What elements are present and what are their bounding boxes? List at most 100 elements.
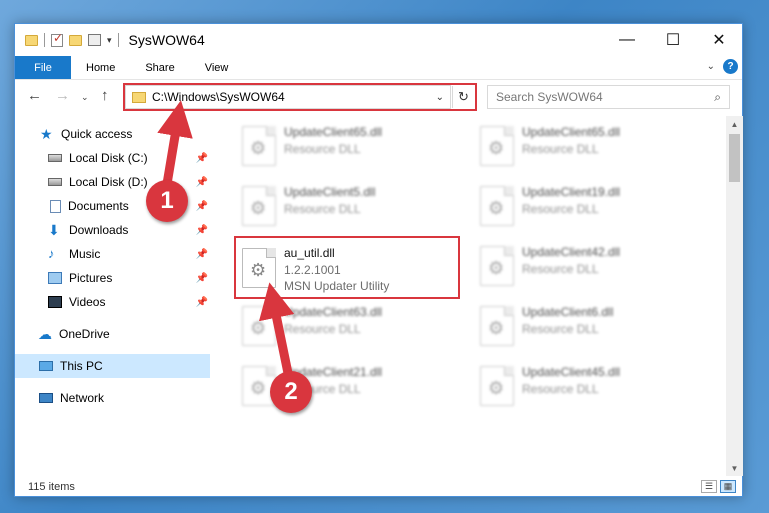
sidebar-item-label: Local Disk (C:) <box>69 151 148 165</box>
sidebar-item-label: This PC <box>60 359 103 373</box>
scroll-down-icon[interactable]: ▼ <box>726 460 743 476</box>
file-type: Resource DLL <box>522 142 599 156</box>
search-input[interactable]: Search SysWOW64 <box>496 90 714 104</box>
pin-icon[interactable]: 📌 <box>196 153 208 164</box>
close-button[interactable]: ✕ <box>696 24 742 56</box>
dll-file-icon: ⚙ <box>480 306 514 346</box>
file-item[interactable]: ⚙ UpdateClient21.dll Resource DLL <box>236 356 458 412</box>
dll-file-icon: ⚙ <box>242 186 276 226</box>
dll-file-icon: ⚙ <box>480 126 514 166</box>
help-icon[interactable]: ? <box>723 59 738 74</box>
large-icons-view-icon[interactable]: ▦ <box>720 480 736 493</box>
file-type: Resource DLL <box>284 322 361 336</box>
refresh-icon[interactable]: ↻ <box>452 86 474 108</box>
music-icon: ♪ <box>48 246 55 261</box>
file-item[interactable]: ⚙ UpdateClient65.dll Resource DLL <box>236 116 458 172</box>
maximize-button[interactable]: ☐ <box>650 24 696 56</box>
back-arrow-icon[interactable]: ← <box>27 87 42 104</box>
status-bar: 115 items ☰ ▦ <box>15 476 742 498</box>
sidebar-item-label: Documents <box>68 199 129 213</box>
customize-toolbar-icon[interactable]: ▾ <box>107 35 112 46</box>
tab-view[interactable]: View <box>190 56 244 79</box>
file-item[interactable]: ⚙ UpdateClient6.dll Resource DLL <box>474 296 696 352</box>
navigation-bar: ← → ⌄ ↑ C:\Windows\SysWOW64 ⌄ ↻ Search S… <box>15 81 742 113</box>
pin-icon[interactable]: 📌 <box>196 177 208 188</box>
view-toggle: ☰ ▦ <box>701 480 736 493</box>
sidebar-item-quick-access[interactable]: ★ Quick access <box>15 122 210 146</box>
file-type: Resource DLL <box>284 142 361 156</box>
network-icon <box>39 393 53 403</box>
dll-file-icon: ⚙ <box>480 246 514 286</box>
navigation-pane: ★ Quick access Local Disk (C:) 📌 Local D… <box>15 116 210 476</box>
file-item[interactable]: ⚙ UpdateClient65.dll Resource DLL <box>474 116 696 172</box>
folder-icon <box>132 91 146 103</box>
sidebar-item-network[interactable]: Network <box>15 386 210 410</box>
address-bar[interactable]: C:\Windows\SysWOW64 ⌄ <box>125 85 451 109</box>
tab-share[interactable]: Share <box>130 56 189 79</box>
file-version: 1.2.2.1001 <box>284 263 341 277</box>
file-list: ⚙ UpdateClient65.dll Resource DLL ⚙ Upda… <box>212 116 726 476</box>
search-icon[interactable]: ⌕ <box>714 90 721 105</box>
onedrive-icon: ☁ <box>38 326 52 342</box>
file-name: au_util.dll <box>284 246 335 260</box>
pin-icon[interactable]: 📌 <box>196 297 208 308</box>
vertical-scrollbar[interactable]: ▲ ▼ <box>726 116 743 476</box>
title-bar: ▾ SysWOW64 — ☐ ✕ <box>15 24 742 56</box>
file-type: Resource DLL <box>522 322 599 336</box>
scroll-up-icon[interactable]: ▲ <box>726 116 743 132</box>
file-item[interactable]: ⚙ UpdateClient63.dll Resource DLL <box>236 296 458 352</box>
ribbon-right-controls: ⌄ ? <box>707 59 738 74</box>
sidebar-item-label: Pictures <box>69 271 113 285</box>
file-item-au-util[interactable]: ⚙ au_util.dll 1.2.2.1001 MSN Updater Uti… <box>236 238 458 294</box>
tab-file[interactable]: File <box>15 56 71 79</box>
file-item[interactable]: ⚙ UpdateClient42.dll Resource DLL <box>474 236 696 292</box>
file-type: Resource DLL <box>284 202 361 216</box>
item-count: 115 items <box>28 481 75 493</box>
window-title: SysWOW64 <box>128 32 205 48</box>
file-description: MSN Updater Utility <box>284 279 390 293</box>
disk-icon <box>48 178 62 186</box>
toolbar-separator <box>117 33 119 47</box>
file-name: UpdateClient5.dll <box>284 185 376 199</box>
address-path[interactable]: C:\Windows\SysWOW64 <box>152 90 430 104</box>
download-icon: ⬇ <box>48 222 60 238</box>
scrollbar-thumb[interactable] <box>729 134 740 182</box>
tab-home[interactable]: Home <box>71 56 130 79</box>
pin-icon[interactable]: 📌 <box>196 201 208 212</box>
chevron-down-icon[interactable]: ⌄ <box>430 92 450 103</box>
file-item[interactable]: ⚙ UpdateClient19.dll Resource DLL <box>474 176 696 232</box>
file-name: UpdateClient65.dll <box>284 125 383 139</box>
sidebar-item-this-pc[interactable]: This PC <box>15 354 210 378</box>
file-name: UpdateClient42.dll <box>522 245 621 259</box>
expand-ribbon-icon[interactable]: ⌄ <box>707 61 715 72</box>
details-view-icon[interactable]: ☰ <box>701 480 717 493</box>
file-type: Resource DLL <box>522 382 599 396</box>
window-controls: — ☐ ✕ <box>604 24 742 56</box>
pin-icon[interactable]: 📌 <box>196 225 208 236</box>
properties-icon[interactable] <box>88 34 101 46</box>
sidebar-item-label: Videos <box>69 295 106 309</box>
disk-icon <box>48 154 62 162</box>
file-item[interactable]: ⚙ UpdateClient45.dll Resource DLL <box>474 356 696 412</box>
forward-arrow-icon[interactable]: → <box>55 87 70 104</box>
pin-icon[interactable]: 📌 <box>196 249 208 260</box>
up-arrow-icon[interactable]: ↑ <box>101 87 109 104</box>
sidebar-item-label: Downloads <box>69 223 129 237</box>
recent-locations-chevron-icon[interactable]: ⌄ <box>81 92 89 103</box>
new-folder-icon[interactable] <box>69 34 82 46</box>
sidebar-item-pictures[interactable]: Pictures 📌 <box>15 266 210 290</box>
sidebar-item-downloads[interactable]: ⬇ Downloads 📌 <box>15 218 210 242</box>
sidebar-item-local-disk-c[interactable]: Local Disk (C:) 📌 <box>15 146 210 170</box>
properties-check-icon[interactable] <box>51 31 63 47</box>
sidebar-item-music[interactable]: ♪ Music 📌 <box>15 242 210 266</box>
documents-icon <box>50 199 61 213</box>
this-pc-icon <box>39 361 53 371</box>
file-name: UpdateClient63.dll <box>284 305 383 319</box>
sidebar-item-videos[interactable]: Videos 📌 <box>15 290 210 314</box>
search-box[interactable]: Search SysWOW64 ⌕ <box>487 85 730 109</box>
pin-icon[interactable]: 📌 <box>196 273 208 284</box>
sidebar-item-onedrive[interactable]: ☁ OneDrive <box>15 322 210 346</box>
quick-access-toolbar: ▾ <box>15 31 119 47</box>
file-item[interactable]: ⚙ UpdateClient5.dll Resource DLL <box>236 176 458 232</box>
minimize-button[interactable]: — <box>604 24 650 56</box>
